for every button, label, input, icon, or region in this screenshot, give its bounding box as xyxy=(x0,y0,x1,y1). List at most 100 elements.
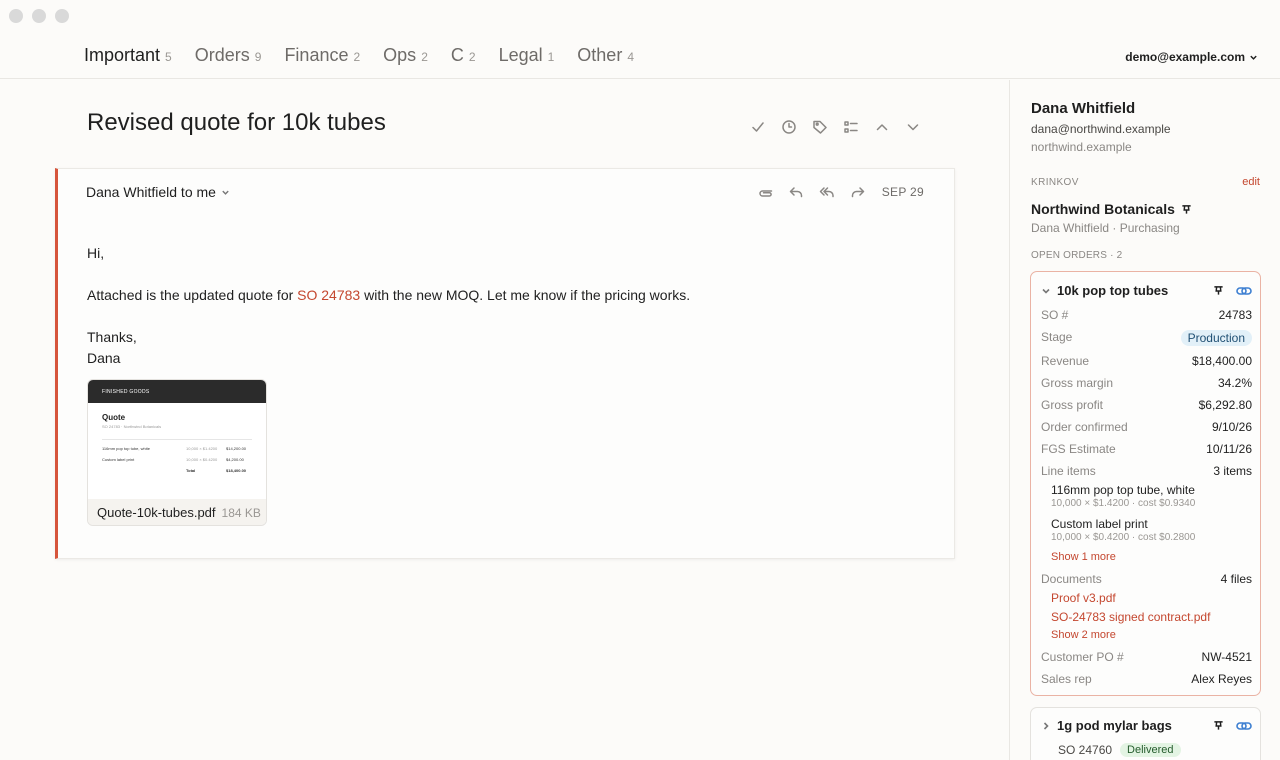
paperclip-icon xyxy=(758,190,772,197)
po-row: Customer PO # NW-4521 xyxy=(1041,650,1252,664)
tab-finance[interactable]: Finance 2 xyxy=(284,45,360,66)
attachment-card[interactable]: FINISHED GOODS Quote SO 24783 · Northwin… xyxy=(87,379,267,526)
top-bar: Important 5 Orders 9 Finance 2 Ops 2 C2 Lega… xyxy=(0,0,1280,79)
previous-thread-button[interactable] xyxy=(872,118,891,136)
order-title: 10k pop top tubes xyxy=(1057,283,1169,298)
contact-name: Dana Whitfield xyxy=(1031,100,1136,117)
order-header[interactable]: 10k pop top tubes xyxy=(1041,283,1252,298)
line-item: 116mm pop top tube, white 10,000 × $1.420… xyxy=(1051,483,1196,509)
tab-label: Orders xyxy=(194,45,250,65)
account-email: demo@example.com xyxy=(1125,50,1245,64)
check-icon xyxy=(751,122,764,132)
link-icon[interactable] xyxy=(1236,285,1252,297)
tab-count: 9 xyxy=(254,50,262,64)
clock-icon xyxy=(781,120,796,134)
chevron-up-icon xyxy=(876,124,887,131)
tab-c[interactable]: C2 xyxy=(451,45,476,66)
tab-label: Legal xyxy=(498,45,543,65)
section-label: KRINKOV xyxy=(1031,177,1079,188)
revenue-row: Revenue $18,400.00 xyxy=(1041,354,1252,368)
tab-count: 2 xyxy=(353,50,361,64)
label-button[interactable] xyxy=(810,118,829,136)
show-more-documents[interactable]: Show 2 more xyxy=(1051,629,1116,641)
chevron-down-icon xyxy=(222,190,229,195)
thread-subject: Revised quote for 10k tubes xyxy=(87,109,386,136)
profit-row: Gross profit $6,292.80 xyxy=(1041,398,1252,412)
task-list-button[interactable] xyxy=(841,118,860,136)
document-link[interactable]: SO-24783 signed contract.pdf xyxy=(1051,610,1210,624)
thumbnail-title: Quote xyxy=(102,413,126,422)
order-card-expanded: 10k pop top tubes SO #24783 Stage Product… xyxy=(1030,271,1261,696)
tab-label: Finance xyxy=(284,45,349,65)
thread-view: Revised quote for 10k tubes Dana Whitfie… xyxy=(0,80,1009,760)
tab-label: C xyxy=(450,45,464,65)
message-date: SEP 29 xyxy=(881,185,924,199)
order-so: SO 24760 xyxy=(1058,743,1113,757)
attachment-size: 184 KB xyxy=(221,505,261,520)
line-items-row: Line items 3 items xyxy=(1041,464,1252,478)
chevron-right-icon xyxy=(1043,721,1049,730)
documents-row: Documents 4 files xyxy=(1041,572,1252,586)
tab-ops[interactable]: Ops 2 xyxy=(383,45,428,66)
order-header[interactable]: 1g pod mylar bags xyxy=(1041,718,1252,733)
tab-count: 5 xyxy=(165,50,172,64)
checklist-icon xyxy=(843,121,858,133)
mark-done-button[interactable] xyxy=(748,118,767,136)
fgs-row: FGS Estimate 10/11/26 xyxy=(1041,442,1252,456)
attachment-button[interactable] xyxy=(756,183,775,201)
confirmed-row: Order confirmed 9/10/26 xyxy=(1041,420,1252,434)
tab-legal[interactable]: Legal 1 xyxy=(499,45,555,66)
open-orders-label: OPEN ORDERS · 2 xyxy=(1031,250,1123,261)
show-more-line-items[interactable]: Show 1 more xyxy=(1051,551,1116,563)
tag-icon xyxy=(812,120,827,134)
line-item: Custom label print 10,000 × $0.4200 · cos… xyxy=(1051,517,1196,543)
link-icon[interactable] xyxy=(1236,720,1252,732)
attachment-footer: Quote-10k-tubes.pdf 184 KB xyxy=(88,499,266,525)
next-thread-button[interactable] xyxy=(903,118,922,136)
chevron-down-icon xyxy=(1042,288,1050,294)
tab-count: 2 xyxy=(468,50,476,64)
message-body: Hi, Attached is the updated quote for SO… xyxy=(87,243,690,369)
document-link[interactable]: Proof v3.pdf xyxy=(1051,591,1116,605)
pin-icon[interactable] xyxy=(1181,204,1192,215)
contact-sidebar: Dana Whitfield dana@northwind.example no… xyxy=(1009,80,1280,760)
order-link[interactable]: SO 24783 xyxy=(297,287,360,303)
tab-important[interactable]: Important 5 xyxy=(84,45,172,66)
tab-label: Ops xyxy=(383,45,417,65)
stage-badge: Delivered xyxy=(1120,743,1181,757)
thumbnail-row: Custom label print 10,000 × $0.4200 $4,200… xyxy=(102,457,244,462)
pin-icon[interactable] xyxy=(1213,720,1224,731)
attachment-filename: Quote-10k-tubes.pdf xyxy=(97,505,216,520)
tab-label: Other xyxy=(577,45,623,65)
reply-all-button[interactable] xyxy=(818,183,837,201)
message-card: Dana Whitfield to me SEP 29 Hi, Attached… xyxy=(55,168,955,559)
contact-email: dana@northwind.example xyxy=(1031,122,1171,136)
chevron-down-icon xyxy=(1250,55,1257,60)
account-menu[interactable]: demo@example.com xyxy=(1125,50,1258,64)
tab-other[interactable]: Other 4 xyxy=(577,45,634,66)
edit-button[interactable]: edit xyxy=(1242,176,1260,188)
margin-row: Gross margin 34.2% xyxy=(1041,376,1252,390)
sender-line[interactable]: Dana Whitfield to me xyxy=(86,184,230,200)
thread-toolbar xyxy=(748,118,922,136)
forward-icon xyxy=(851,187,865,198)
attachment-thumbnail: Quote SO 24783 · Northwind Botanicals 11… xyxy=(88,403,266,499)
order-title: 1g pod mylar bags xyxy=(1057,718,1172,733)
thumbnail-header: FINISHED GOODS xyxy=(88,380,266,403)
chevron-down-icon xyxy=(907,124,918,131)
contact-role: Dana Whitfield · Purchasing xyxy=(1031,221,1180,235)
pin-icon[interactable] xyxy=(1213,285,1224,296)
tab-orders[interactable]: Orders 9 xyxy=(195,45,262,66)
order-summary: SO 24760 Delivered xyxy=(1058,743,1181,757)
thumbnail-row: Total $18,400.00 xyxy=(186,468,247,473)
snooze-button[interactable] xyxy=(779,118,798,136)
signature: Dana xyxy=(87,350,121,366)
category-tabs: Important 5 Orders 9 Finance 2 Ops 2 C2 Lega… xyxy=(84,45,657,66)
rep-row: Sales rep Alex Reyes xyxy=(1041,672,1252,686)
reply-button[interactable] xyxy=(787,183,806,201)
order-card-collapsed: 1g pod mylar bags SO 24760 Delivered xyxy=(1030,707,1261,760)
forward-button[interactable] xyxy=(849,183,868,201)
thumbnail-row: 116mm pop top tube, white 10,000 × $1.420… xyxy=(102,446,247,451)
message-actions: SEP 29 xyxy=(756,183,924,201)
tab-label: Important xyxy=(84,45,161,65)
